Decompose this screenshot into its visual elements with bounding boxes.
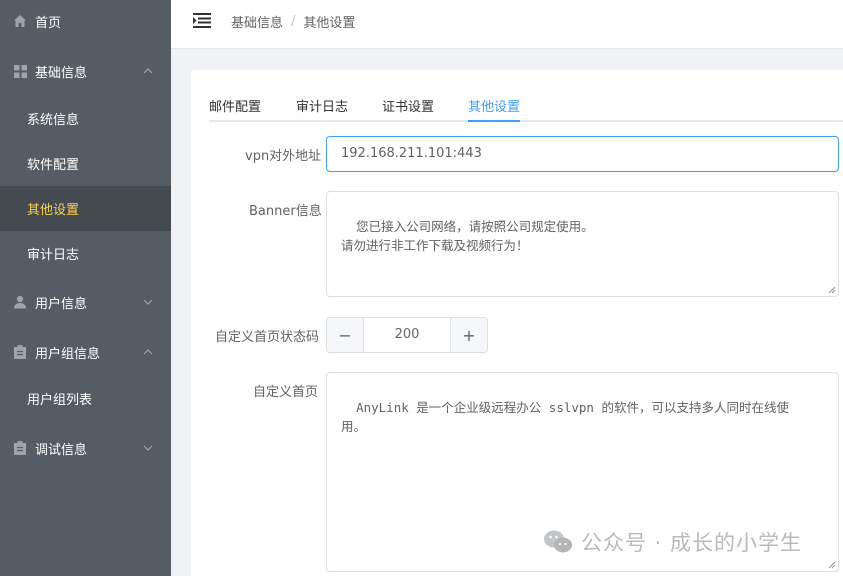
sidebar-item-debug-info[interactable]: 调试信息	[0, 427, 171, 469]
sidebar-item-basic-info[interactable]: 基础信息	[0, 50, 171, 92]
tab-mail-config[interactable]: 邮件配置	[209, 96, 261, 115]
sidebar-item-other-settings[interactable]: 其他设置	[0, 186, 171, 231]
tab-other-settings[interactable]: 其他设置	[468, 96, 520, 115]
sidebar-item-label: 其他设置	[27, 203, 80, 218]
vpn-address-input[interactable]: 192.168.211.101:443	[326, 136, 839, 172]
sidebar-item-home[interactable]: 首页	[0, 0, 171, 42]
sidebar-item-label: 软件配置	[27, 158, 80, 173]
sidebar-item-group-list[interactable]: 用户组列表	[0, 376, 171, 421]
sidebar-item-label: 基础信息	[35, 65, 88, 81]
sidebar: 首页 基础信息 系统信息 软件配置 其他设置 审计日志 用户信息 用户组信息 用…	[0, 0, 171, 576]
wechat-logo-icon	[544, 530, 572, 553]
resize-grip-icon[interactable]	[828, 561, 836, 569]
sidebar-item-label: 首页	[35, 15, 62, 31]
watermark: 公众号 · 成长的小学生	[543, 527, 802, 557]
chevron-down-icon	[143, 299, 153, 305]
sidebar-item-label: 用户组信息	[35, 346, 101, 362]
resize-grip-icon[interactable]	[828, 286, 836, 294]
tab-audit-log[interactable]: 审计日志	[296, 96, 348, 115]
status-code-label: 自定义首页状态码	[215, 330, 320, 345]
menu-fold-icon[interactable]	[193, 11, 211, 29]
chevron-up-icon	[143, 349, 153, 355]
sidebar-item-label: 系统信息	[27, 113, 80, 128]
sidebar-item-group-info[interactable]: 用户组信息	[0, 331, 171, 373]
tab-cert-settings[interactable]: 证书设置	[382, 96, 434, 115]
clipboard-icon	[12, 344, 28, 360]
homepage-text: AnyLink 是一个企业级远程办公 sslvpn 的软件，可以支持多人同时在线…	[341, 400, 789, 434]
grid-icon	[12, 63, 28, 79]
user-icon	[12, 294, 28, 310]
status-code-value[interactable]: 200	[364, 318, 450, 352]
status-code-stepper: − 200 +	[326, 317, 488, 353]
breadcrumb: 基础信息 / 其他设置	[231, 12, 355, 31]
clipboard-icon	[12, 440, 28, 456]
breadcrumb-current: 其他设置	[303, 16, 356, 31]
sidebar-item-label: 审计日志	[27, 248, 80, 263]
watermark-text: 公众号 · 成长的小学生	[581, 531, 803, 555]
chevron-down-icon	[143, 445, 153, 451]
sidebar-item-audit-log[interactable]: 审计日志	[0, 231, 171, 276]
banner-label: Banner信息	[249, 204, 322, 219]
sidebar-item-system-info[interactable]: 系统信息	[0, 96, 171, 141]
sidebar-item-software-config[interactable]: 软件配置	[0, 141, 171, 186]
top-header: 基础信息 / 其他设置	[171, 0, 843, 49]
breadcrumb-separator: /	[291, 14, 296, 29]
tab-bar: 邮件配置 审计日志 证书设置 其他设置	[209, 70, 843, 122]
sidebar-item-user-info[interactable]: 用户信息	[0, 281, 171, 323]
decrement-button[interactable]: −	[327, 318, 364, 352]
custom-homepage-label: 自定义首页	[253, 385, 319, 400]
banner-textarea[interactable]: 您已接入公司网络，请按照公司规定使用。 请勿进行非工作下载及视频行为！	[326, 191, 839, 297]
sidebar-item-label: 用户组列表	[27, 393, 93, 408]
sidebar-item-label: 用户信息	[35, 296, 88, 312]
banner-text: 您已接入公司网络，请按照公司规定使用。 请勿进行非工作下载及视频行为！	[341, 219, 594, 253]
home-icon	[12, 13, 28, 29]
increment-button[interactable]: +	[450, 318, 487, 352]
chevron-up-icon	[143, 68, 153, 74]
vpn-address-label: vpn对外地址	[245, 149, 322, 164]
active-tab-indicator	[468, 120, 520, 122]
breadcrumb-item[interactable]: 基础信息	[231, 12, 283, 31]
sidebar-item-label: 调试信息	[35, 442, 88, 458]
